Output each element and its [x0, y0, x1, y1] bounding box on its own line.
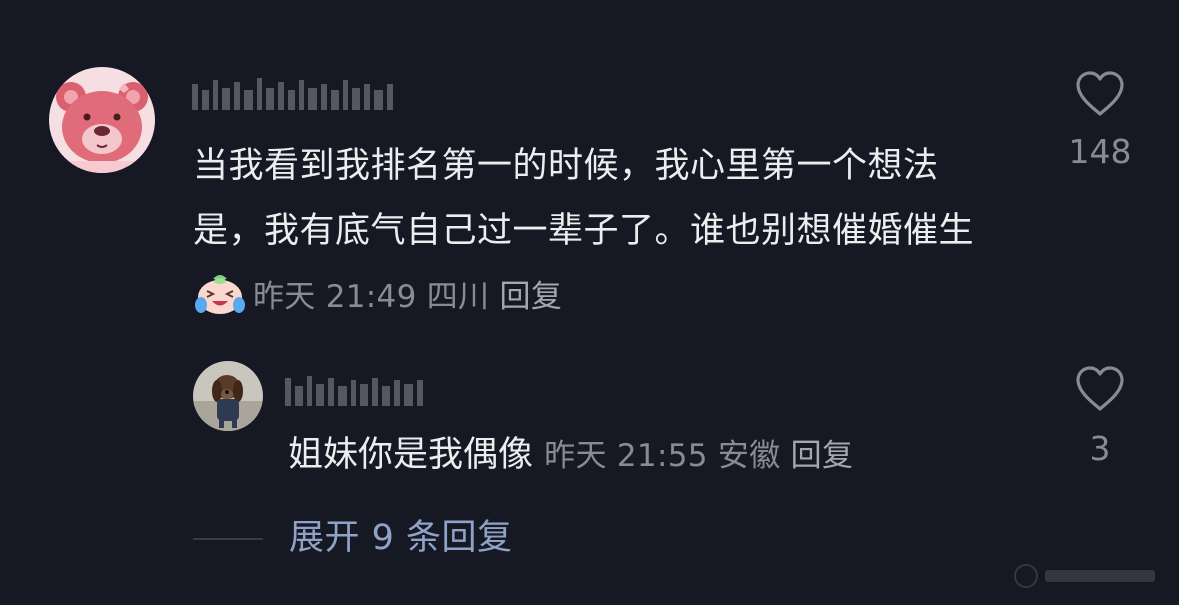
replier-username[interactable] — [283, 366, 433, 410]
obscured-username-icon — [285, 376, 423, 406]
reply-location: 安徽 — [717, 438, 781, 474]
reply-text: 姐妹你是我偶像 — [288, 435, 534, 475]
dog-avatar-icon — [193, 361, 263, 431]
comment-body: 当我看到我排名第一的时候，我心里第一个想法是，我有底气自己过一辈子了。谁也别想催… — [193, 134, 993, 330]
heart-outline-icon[interactable] — [1074, 70, 1126, 118]
obscured-username-icon — [192, 78, 393, 110]
reply-like-count: 3 — [1089, 429, 1111, 468]
reply-like-button[interactable]: 3 — [1068, 365, 1132, 468]
expand-divider — [193, 538, 263, 540]
replier-avatar[interactable] — [193, 361, 263, 431]
reply-button[interactable]: 回复 — [500, 279, 563, 315]
comment-section: 当我看到我排名第一的时候，我心里第一个想法是，我有底气自己过一辈子了。谁也别想催… — [0, 0, 1179, 605]
reply-body: 姐妹你是我偶像 昨天 21:55 安徽 回复 — [288, 428, 853, 483]
heart-outline-icon[interactable] — [1074, 365, 1126, 413]
comment-location: 四川 — [426, 279, 490, 315]
comment-text: 当我看到我排名第一的时候，我心里第一个想法是，我有底气自己过一辈子了。谁也别想催… — [193, 146, 975, 251]
like-button[interactable]: 148 — [1068, 70, 1132, 171]
reply-reply-button[interactable]: 回复 — [791, 438, 854, 474]
expand-replies-button[interactable]: 展开 9 条回复 — [289, 514, 513, 562]
comment-date: 昨天 21:49 — [253, 279, 417, 315]
reply-date: 昨天 21:55 — [544, 438, 708, 474]
reply-meta: 昨天 21:55 安徽 回复 — [544, 438, 853, 474]
commenter-avatar[interactable] — [49, 67, 155, 173]
commenter-username[interactable] — [190, 70, 400, 114]
pink-bear-avatar-icon — [49, 67, 155, 173]
watermark-logo-icon — [1014, 564, 1155, 588]
laughing-crying-emoji-icon — [193, 271, 247, 315]
comment-meta: 昨天 21:49 四川 回复 — [253, 279, 562, 315]
like-count: 148 — [1068, 132, 1132, 171]
